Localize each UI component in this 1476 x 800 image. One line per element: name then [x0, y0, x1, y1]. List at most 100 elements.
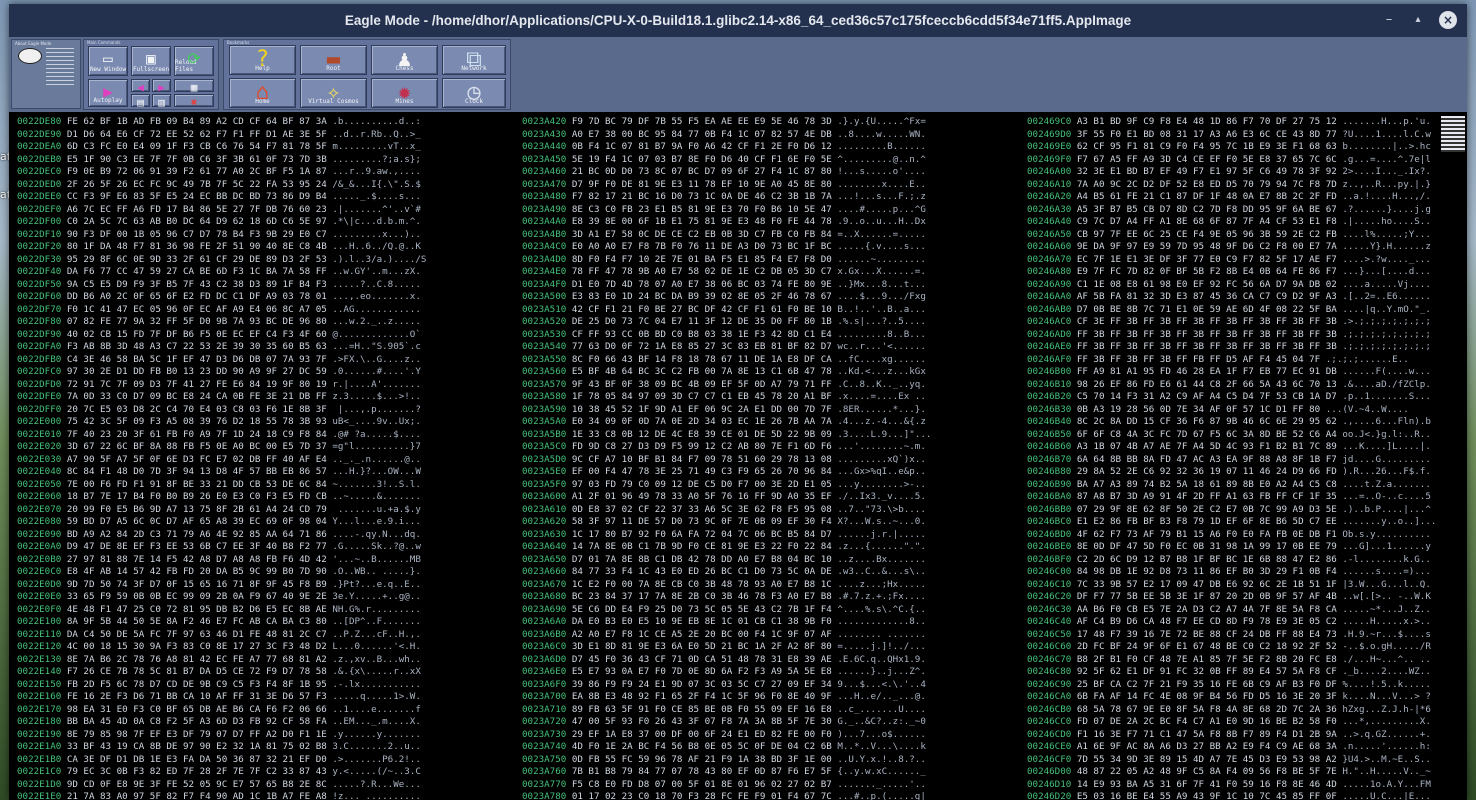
hex-bytes: D1 E0 7D 4D 78 07 A0 E7 38 06 BC 03 74 F… — [571, 278, 832, 290]
hex-address: 0022E0B0 — [17, 553, 62, 565]
hex-row: 0022E110 DA C4 50 DE 5A FC 7F 97 63 46 D… — [17, 629, 426, 642]
hex-ascii: x.Gx...X......=. — [837, 266, 926, 277]
hex-row: 0023A470 D7 9F F0 DE 81 9E E3 11 78 EF 1… — [522, 179, 931, 192]
hex-bytes: 87 A8 B7 3D A9 91 4F 2D FF A1 63 FB FF C… — [1076, 491, 1337, 502]
hex-row: 0023A680 BC 23 84 37 17 7A 8E 2B C0 3B 4… — [522, 591, 931, 604]
hex-bytes: 27 97 81 88 7E 14 F5 42 A8 D7 A8 A8 FB F… — [66, 553, 327, 565]
scroll-handle[interactable] — [1441, 116, 1465, 152]
hex-row: 0023A710 89 FB 63 5F 91 F0 CE 85 BE 0B F… — [522, 704, 931, 717]
hex-row: 0023A6E0 E5 E7 93 0A E7 F0 7D 0E 8D 6A F… — [522, 666, 931, 679]
hex-row: 0023A450 5E 19 F4 1C 07 03 B7 8E F0 D6 4… — [522, 154, 931, 167]
settings-button[interactable]: ▤ — [131, 94, 150, 108]
hex-bytes: 77 63 D0 0F 72 1A E8 85 27 3C 83 EB 81 B… — [571, 341, 832, 352]
hex-row: 0022E060 18 B7 7E 17 B4 F0 B0 B9 26 E0 E… — [17, 491, 426, 504]
hex-bytes: 6D C3 FC E0 E4 09 1F F3 CB C6 76 54 F7 8… — [66, 141, 327, 152]
autoplay-icon: ▶ — [103, 82, 113, 101]
hex-row: 0022E1C0 79 EC 3C 0B F3 82 ED 7F 28 2F 7… — [17, 766, 426, 779]
hex-row: 0022DEF0 A6 7C EC FF A6 FD 17 B4 86 5E 2… — [17, 204, 426, 217]
hex-row: 00246A80 E9 7F FC 7D 82 0F BF 5B F2 8B E… — [1027, 266, 1436, 279]
bookmark-root-button[interactable]: ▬ Root — [300, 45, 367, 75]
hex-address: 00246BC0 — [1027, 516, 1072, 527]
autoplay-button[interactable]: ▶ Autoplay — [88, 79, 128, 107]
hex-row: 00246CF0 7D 55 34 9D 3E 89 15 4D A7 7E 4… — [1027, 754, 1436, 767]
hex-bytes: 4E 48 F1 47 25 C0 72 81 95 DB B2 D6 E5 E… — [66, 603, 327, 615]
hex-row: 0023A570 9F 43 BF 0F 38 09 BC 4B 09 EF 5… — [522, 379, 931, 392]
hex-bytes: 29 EF 1A E8 37 00 DF 00 6F 24 E1 ED 82 F… — [571, 728, 832, 740]
hex-row: 0022DF00 C0 2A 5C 7C 63 AB B0 DC 64 D9 6… — [17, 216, 426, 229]
title-bar[interactable]: Eagle Mode - /home/dhor/Applications/CPU… — [9, 4, 1467, 37]
new-window-button[interactable]: ▭ New Window — [88, 46, 128, 76]
hex-row: 002469F0 F7 67 A5 FF A9 3D C4 CE EF F0 5… — [1027, 154, 1436, 167]
hex-row: 0023A550 8C F0 66 43 BF 14 F8 18 78 67 1… — [522, 354, 931, 367]
hex-address: 00246CA0 — [1027, 691, 1072, 702]
hex-bytes: 33 65 F9 59 0B 0B EC 99 09 2B 0A F9 67 4… — [66, 591, 327, 602]
close-button[interactable]: × — [1439, 11, 1457, 29]
hex-bytes: 58 3F 97 11 DE 57 D0 73 9C 0F 7E 0B 09 E… — [571, 516, 832, 527]
next-button[interactable]: ▶ — [152, 79, 171, 93]
hex-row: 00246C80 92 5F 62 E1 DF 91 FC 32 0B FF 8… — [1027, 666, 1436, 679]
hex-ascii: ......F(....w... — [1342, 366, 1431, 377]
hex-viewer-panel[interactable]: 0022DE80 FE 62 BF 1B AD FB 09 B4 89 A2 C… — [9, 112, 1467, 800]
hex-address: 00246B50 — [1027, 428, 1072, 440]
hex-row: 00246A40 C9 7C D7 A4 FF A1 8E 68 6F 87 7… — [1027, 216, 1436, 229]
hex-row: 00246B90 BA A7 A3 89 74 B2 5A 18 61 89 8… — [1027, 479, 1436, 492]
bookmark-network-button[interactable]: ⧉ Network — [442, 45, 506, 75]
hex-bytes: 8E 79 85 98 7F EF E3 DF 79 07 D7 FF A2 D… — [66, 728, 327, 740]
hex-bytes: 3F 55 F0 E1 BD 08 31 17 A3 A6 E3 6C CE 4… — [1076, 128, 1337, 140]
bookmark-home-button[interactable]: ⌂ Home — [229, 78, 296, 108]
bookmark-help-button[interactable]: ? Help — [229, 45, 296, 75]
hex-ascii: |3.W...G...l..Q. — [1342, 578, 1431, 590]
hex-address: 0023A6F0 — [522, 678, 567, 690]
about-panel[interactable]: About Eagle Mode — [11, 39, 81, 109]
hex-row: 0022DF70 F0 1C 41 47 EC 05 96 0F EC AF A… — [17, 304, 426, 317]
hex-row: 0023A750 0D FB 55 FC 59 96 78 AF 21 F9 1… — [522, 754, 931, 767]
hex-bytes: 20 7C E5 03 D8 2C C4 70 E4 03 C8 03 F6 1… — [66, 403, 327, 415]
hex-address: 0022DE80 — [17, 116, 62, 127]
reload-files-button[interactable]: ⟳ Reload Files — [174, 46, 214, 76]
hex-address: 00246A00 — [1027, 166, 1072, 177]
hex-row: 0022E000 75 42 3C 5F 09 F3 A5 08 39 76 D… — [17, 416, 426, 429]
hex-address: 00246BA0 — [1027, 491, 1072, 502]
bookmark-clock-button[interactable]: ◷ Clock — [442, 78, 506, 108]
hex-ascii: .z.,xv..B...wh.. — [332, 653, 421, 665]
minimize-button[interactable]: – — [1381, 12, 1397, 28]
hex-row: 0023A660 84 77 33 F4 1C 43 E0 ED 26 BC C… — [522, 566, 931, 579]
fullscreen-button[interactable]: ▣ Fullscreen — [131, 46, 171, 76]
maximize-button[interactable]: ▴ — [1410, 12, 1426, 28]
hex-address: 0023A480 — [522, 191, 567, 202]
hex-bytes: E5 BF 4B 64 BC 3C C2 FB 00 7A 8E 13 C1 6… — [571, 366, 832, 377]
hex-address: 0022E080 — [17, 516, 62, 527]
hex-address: 0022E0C0 — [17, 566, 62, 577]
bookmark-mines-button[interactable]: ✹ Mines — [371, 78, 438, 108]
hex-row: 0023A740 4D F0 1E 2A BC F4 56 B8 0E 05 5… — [522, 741, 931, 754]
hex-ascii: ...}...[....d... — [1342, 266, 1431, 277]
hex-bytes: 75 42 3C 5F 09 F3 A5 08 39 76 D2 18 55 7… — [66, 416, 327, 427]
hex-address: 00246B00 — [1027, 366, 1072, 377]
quit-button[interactable]: ✖ — [174, 94, 214, 108]
hex-ascii: .....1o.A.Y...FM — [1342, 778, 1431, 790]
view-button[interactable]: ▥ — [152, 94, 171, 108]
hex-bytes: F7 67 A5 FF A9 3D C4 CE EF F0 5E E8 37 6… — [1076, 153, 1337, 165]
fit-button[interactable]: ▦ — [174, 79, 214, 93]
hex-ascii: L...0......'<.H. — [332, 641, 421, 652]
hex-bytes: FF 3B FF 3B FF 3B FF 3B FF 3B FF 3B FF 3… — [1076, 341, 1337, 352]
hex-bytes: 7E 00 F6 FD F1 91 8F BE 33 21 DD CB 53 D… — [66, 478, 327, 490]
hex-address: 00246AE0 — [1027, 341, 1072, 352]
hex-ascii: ....#.....p...^G — [837, 203, 926, 215]
hex-bytes: 0D E8 37 02 CF 22 37 33 A6 5C 3E 62 F8 F… — [571, 503, 832, 515]
hex-ascii: ...H..6../Q.@..K — [332, 241, 421, 252]
hex-bytes: 8A 9F 5B 44 50 5E 8A F2 46 E7 FC AB CA B… — [66, 616, 327, 627]
hex-address: 0022DF70 — [17, 303, 62, 315]
bookmark-virtual-cosmos-button[interactable]: ✧ Virtual Cosmos — [300, 78, 367, 108]
hex-bytes: 62 CF 95 F1 81 C9 F0 F4 95 7C 1B E9 3E F… — [1076, 141, 1337, 152]
bookmark-chess-button[interactable]: ♟ Chess — [371, 45, 438, 75]
hex-ascii: ...y........>-.. — [837, 478, 926, 490]
hex-row: 0022DF80 07 82 FE 77 9A 32 FF 5F D0 9B 7… — [17, 316, 426, 329]
hex-bytes: 47 00 5F 93 F0 26 43 3F 07 F8 7A 3A 8B 5… — [571, 716, 832, 727]
hex-address: 0023A600 — [522, 491, 567, 502]
previous-button[interactable]: ◀ — [131, 79, 150, 93]
clock-icon: ◷ — [467, 80, 481, 105]
hex-address: 00246BD0 — [1027, 528, 1072, 540]
hex-ascii: .@# ?a.....$.... — [332, 428, 421, 440]
hex-ascii: 9...$...<.\.'..4 — [837, 678, 926, 690]
